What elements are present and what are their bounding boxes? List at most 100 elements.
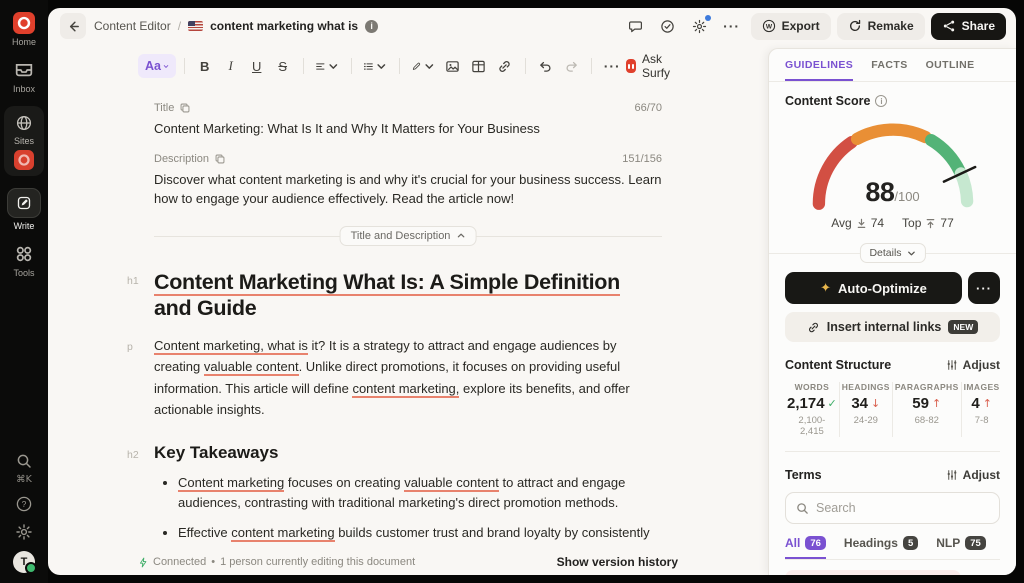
inbox-icon bbox=[13, 59, 35, 81]
ellipsis-icon: ··· bbox=[604, 58, 621, 74]
sliders-icon bbox=[946, 469, 958, 481]
seo-title-input[interactable]: Content Marketing: What Is It and Why It… bbox=[154, 119, 662, 139]
breadcrumb-page-title[interactable]: content marketing what is bbox=[210, 19, 358, 33]
chevron-down-icon bbox=[424, 59, 435, 74]
settings-gear-button[interactable] bbox=[687, 13, 713, 39]
auto-optimize-more-button[interactable]: ··· bbox=[968, 272, 1000, 304]
help-icon[interactable]: ? bbox=[15, 495, 33, 513]
panel-tab-guidelines[interactable]: GUIDELINES bbox=[785, 59, 853, 81]
globe-icon[interactable] bbox=[15, 114, 33, 132]
terms-filter-tabs: All76 Headings5 NLP75 bbox=[785, 536, 1000, 560]
structure-adjust-button[interactable]: Adjust bbox=[946, 358, 1000, 372]
details-toggle[interactable]: Details bbox=[859, 243, 925, 263]
bold-button[interactable]: B bbox=[193, 54, 217, 78]
insert-table-button[interactable] bbox=[467, 54, 491, 78]
terms-tab-headings[interactable]: Headings5 bbox=[844, 536, 918, 559]
terms-tab-all[interactable]: All76 bbox=[785, 536, 826, 559]
title-description-toggle[interactable]: Title and Description bbox=[340, 226, 477, 246]
description-char-count: 151/156 bbox=[622, 153, 662, 165]
underline-button[interactable]: U bbox=[245, 54, 269, 78]
more-options-button[interactable]: ··· bbox=[719, 13, 745, 39]
user-avatar[interactable]: T bbox=[13, 551, 35, 573]
info-icon[interactable]: i bbox=[365, 20, 378, 33]
undo-button[interactable] bbox=[533, 54, 557, 78]
show-version-history-link[interactable]: Show version history bbox=[557, 555, 678, 569]
highlight-pen-dropdown[interactable] bbox=[407, 54, 438, 78]
term-highlighted-text: content marketing, bbox=[352, 381, 459, 398]
sparkle-icon: ✦ bbox=[820, 281, 831, 296]
list-dropdown[interactable] bbox=[359, 54, 390, 78]
export-label: Export bbox=[782, 19, 820, 33]
bullet-item[interactable]: Effective content marketing builds custo… bbox=[178, 523, 662, 545]
terms-search-input[interactable] bbox=[816, 501, 989, 515]
sidebar-item-write[interactable]: Write bbox=[7, 188, 41, 231]
insert-link-button[interactable] bbox=[493, 54, 517, 78]
formatting-toolbar: Aa BIUS bbox=[138, 44, 678, 86]
sidebar-sites-group: Sites bbox=[4, 106, 44, 176]
count-badge: 5 bbox=[903, 536, 918, 550]
ask-surfy-button[interactable]: Ask Surfy bbox=[626, 52, 678, 80]
breadcrumb-section[interactable]: Content Editor bbox=[94, 19, 171, 33]
text-style-dropdown[interactable]: Aa bbox=[138, 54, 176, 78]
term-highlighted-text: Content marketing bbox=[178, 475, 284, 492]
sidebar-item-tools[interactable]: Tools bbox=[13, 243, 35, 278]
sidebar-item-home[interactable]: Home bbox=[12, 12, 36, 47]
align-dropdown[interactable] bbox=[311, 54, 342, 78]
document-body[interactable]: h1Content Marketing What Is: A Simple De… bbox=[154, 269, 662, 546]
document-block-ul[interactable]: Content marketing focuses on creating va… bbox=[154, 473, 662, 545]
term-highlighted-text: Content marketing, what is bbox=[154, 338, 308, 355]
remake-label: Remake bbox=[868, 19, 914, 33]
panel-tab-outline[interactable]: OUTLINE bbox=[926, 59, 975, 81]
insert-image-button[interactable] bbox=[441, 54, 465, 78]
new-badge: NEW bbox=[948, 320, 978, 334]
auto-optimize-row: ✦ Auto-Optimize ··· bbox=[785, 272, 1000, 304]
share-label: Share bbox=[962, 19, 995, 33]
document-block-p[interactable]: pContent marketing, what is it? It is a … bbox=[154, 335, 662, 421]
list-icon bbox=[363, 59, 374, 74]
toolbar-more-button[interactable]: ··· bbox=[600, 54, 624, 78]
strikethrough-button[interactable]: S bbox=[271, 54, 295, 78]
count-badge: 76 bbox=[805, 536, 826, 550]
comments-button[interactable] bbox=[623, 13, 649, 39]
block-type-gutter-label: h2 bbox=[127, 449, 139, 461]
share-button[interactable]: Share bbox=[931, 13, 1006, 40]
settings-gear-icon[interactable] bbox=[15, 523, 33, 541]
sidebar-item-inbox[interactable]: Inbox bbox=[13, 59, 35, 94]
remake-button[interactable]: Remake bbox=[837, 13, 925, 40]
count-badge: 75 bbox=[965, 536, 986, 550]
content-structure-header: Content Structure Adjust bbox=[785, 358, 1000, 372]
title-meta-row: Title 66/70 bbox=[154, 102, 662, 114]
bullet-item[interactable]: Content marketing focuses on creating va… bbox=[178, 473, 662, 515]
sidebar-label: Home bbox=[12, 37, 36, 47]
info-icon[interactable]: i bbox=[875, 95, 887, 107]
stat-words: WORDS2,174✓2,100-2,415 bbox=[785, 382, 839, 437]
italic-button[interactable]: I bbox=[219, 54, 243, 78]
refresh-icon bbox=[848, 19, 862, 33]
term-chip[interactable]: content marketing what is2/1↓ bbox=[785, 570, 961, 575]
auto-optimize-button[interactable]: ✦ Auto-Optimize bbox=[785, 272, 962, 304]
document-block-h1[interactable]: h1Content Marketing What Is: A Simple De… bbox=[154, 269, 662, 321]
panel-tab-facts[interactable]: FACTS bbox=[871, 59, 907, 81]
terms-adjust-button[interactable]: Adjust bbox=[946, 468, 1000, 482]
content-score-gauge: 88/100 bbox=[798, 110, 988, 210]
check-circle-button[interactable] bbox=[655, 13, 681, 39]
sidebar: Home Inbox Sites Write bbox=[0, 0, 48, 583]
document-block-h2[interactable]: h2Key Takeaways bbox=[154, 443, 662, 463]
ellipsis-icon: ··· bbox=[723, 18, 740, 34]
main-window: Content Editor / content marketing what … bbox=[48, 8, 1016, 575]
copy-icon[interactable] bbox=[179, 102, 191, 114]
chevron-down-icon bbox=[907, 249, 916, 258]
us-flag-icon bbox=[188, 21, 203, 31]
insert-internal-links-button[interactable]: Insert internal links NEW bbox=[785, 312, 1000, 342]
search-icon[interactable] bbox=[15, 452, 33, 470]
document-scroll-area[interactable]: Title 66/70 Content Marketing: What Is I… bbox=[48, 84, 768, 545]
avg-value: 74 bbox=[871, 216, 884, 230]
redo-button[interactable] bbox=[559, 54, 583, 78]
surfer-workspace-icon[interactable] bbox=[14, 150, 34, 170]
export-button[interactable]: W Export bbox=[751, 13, 831, 40]
seo-description-input[interactable]: Discover what content marketing is and w… bbox=[154, 170, 662, 209]
terms-tab-nlp[interactable]: NLP75 bbox=[936, 536, 986, 559]
copy-icon[interactable] bbox=[214, 153, 226, 165]
back-button[interactable] bbox=[60, 13, 86, 39]
sliders-icon bbox=[946, 359, 958, 371]
